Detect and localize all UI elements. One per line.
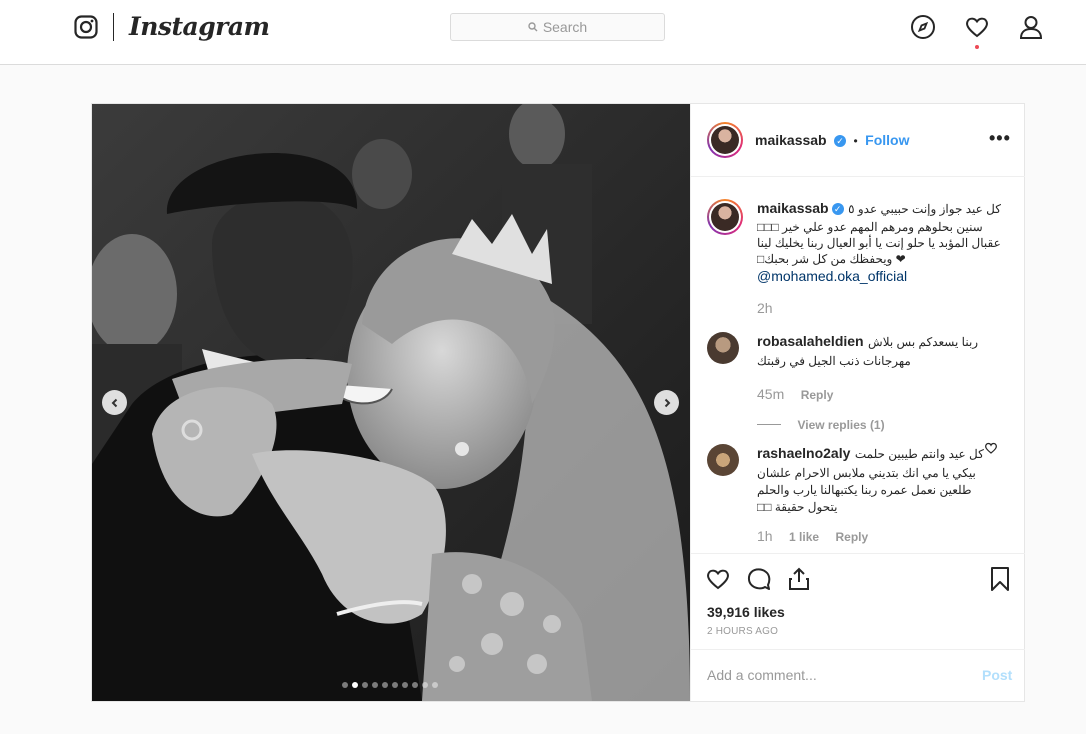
comment-time[interactable]: 1h xyxy=(757,528,773,544)
comment-text-line: ربنا يسعدكم بس بلاش xyxy=(868,335,979,349)
activity-heart-icon[interactable] xyxy=(964,14,990,40)
verified-badge-icon: ✓ xyxy=(834,135,847,147)
caption-username[interactable]: maikassab xyxy=(757,200,829,216)
post-comment-button[interactable]: Post xyxy=(982,667,1012,683)
author-avatar[interactable] xyxy=(707,122,743,158)
caption-line-4: ❤ ويحفظك من كل شر بحبك□ xyxy=(757,252,906,266)
caption-time[interactable]: 2h xyxy=(757,300,1002,316)
carousel-indicator xyxy=(342,682,438,688)
carousel-dot xyxy=(432,682,438,688)
carousel-dot xyxy=(342,682,348,688)
logo-divider xyxy=(113,13,114,41)
search-icon xyxy=(528,22,538,32)
reply-button[interactable]: Reply xyxy=(801,388,834,402)
caption-avatar[interactable] xyxy=(707,199,743,235)
like-heart-icon[interactable] xyxy=(705,566,731,592)
save-bookmark-icon[interactable] xyxy=(987,566,1013,592)
comment-1: robasalaheldien ربنا يسعدكم بس بلاش مهرج… xyxy=(757,333,979,434)
carousel-dot xyxy=(362,682,368,688)
carousel-dot xyxy=(402,682,408,688)
caption-line-3: عقبال المؤبد يا حلو إنت يا أبو العيال رب… xyxy=(757,236,1001,250)
comment-text-line: بيكي يا مي انك بتديني ملابس الاحرام علشا… xyxy=(757,466,976,480)
carousel-prev-icon xyxy=(111,398,117,407)
search-placeholder: Search xyxy=(542,19,588,35)
instagram-logo-icon[interactable] xyxy=(74,15,98,39)
caption-line-1: كل عيد جواز وإنت حبيبي عدو ٥ xyxy=(848,202,1001,216)
commenter-avatar[interactable] xyxy=(707,444,739,476)
carousel-dot xyxy=(412,682,418,688)
caption-block: maikassab ✓ كل عيد جواز وإنت حبيبي عدو ٥ … xyxy=(757,200,1002,316)
profile-icon[interactable] xyxy=(1018,14,1044,40)
post-photo[interactable] xyxy=(92,104,690,701)
view-replies-label: View replies (1) xyxy=(797,418,885,432)
search-input[interactable]: Search xyxy=(450,13,665,41)
carousel-next-button[interactable] xyxy=(654,390,679,415)
explore-compass-icon[interactable] xyxy=(910,14,936,40)
post-actions: 39,916 likes 2 HOURS AGO Add a comment..… xyxy=(691,553,1025,701)
follow-button[interactable]: Follow xyxy=(865,132,909,148)
verified-badge-icon: ✓ xyxy=(831,203,844,215)
more-options-icon[interactable]: ••• xyxy=(989,128,1011,149)
carousel-dot xyxy=(392,682,398,688)
comment-text-line: يتحول حقيقة □□ xyxy=(757,500,838,514)
author-line: maikassab ✓ • Follow xyxy=(755,132,910,150)
comment-2: rashaelno2aly كل عيد وانتم طيبين حلمت بي… xyxy=(757,445,987,546)
top-navigation: Instagram Search xyxy=(0,0,1086,65)
comments-list: maikassab ✓ كل عيد جواز وإنت حبيبي عدو ٥ … xyxy=(691,177,1025,553)
author-username[interactable]: maikassab xyxy=(755,132,827,148)
comment-username[interactable]: rashaelno2aly xyxy=(757,445,850,461)
view-replies-button[interactable]: View replies (1) xyxy=(757,416,977,434)
comment-time[interactable]: 45m xyxy=(757,386,784,402)
comment-likes[interactable]: 1 like xyxy=(789,530,819,544)
carousel-dot xyxy=(422,682,428,688)
instagram-wordmark[interactable]: Instagram xyxy=(129,12,270,41)
add-comment-input[interactable]: Add a comment... xyxy=(707,667,817,683)
reply-button[interactable]: Reply xyxy=(836,530,869,544)
caption-mention-link[interactable]: @mohamed.oka_official xyxy=(757,268,1002,284)
carousel-dot xyxy=(382,682,388,688)
post-side-panel: maikassab ✓ • Follow ••• maikassab ✓ كل ع… xyxy=(690,104,1025,701)
post-card: maikassab ✓ • Follow ••• maikassab ✓ كل ع… xyxy=(91,103,1025,702)
carousel-prev-button[interactable] xyxy=(102,390,127,415)
comment-text-line: كل عيد وانتم طيبين حلمت xyxy=(854,447,984,461)
carousel-dot xyxy=(352,682,358,688)
comment-text-line: طلعين نعمل عمره ربنا يكتبهالنا يارب والح… xyxy=(757,483,972,497)
notification-dot xyxy=(975,45,979,49)
commenter-avatar[interactable] xyxy=(707,332,739,364)
caption-line-2: سنين بحلوهم ومرهم المهم عدو علي خير □□□ xyxy=(757,220,983,234)
add-comment-section: Add a comment... Post xyxy=(691,649,1025,702)
carousel-dot xyxy=(372,682,378,688)
share-icon[interactable] xyxy=(786,566,812,592)
carousel-next-icon xyxy=(664,398,670,407)
comment-text-line: مهرجانات ذنب الجيل في رقبتك xyxy=(757,354,911,368)
comment-icon[interactable] xyxy=(746,566,772,592)
header-separator: • xyxy=(853,134,858,148)
likes-count[interactable]: 39,916 likes xyxy=(707,604,785,620)
post-timestamp[interactable]: 2 HOURS AGO xyxy=(707,626,778,637)
post-header: maikassab ✓ • Follow ••• xyxy=(691,104,1025,177)
comment-username[interactable]: robasalaheldien xyxy=(757,333,864,349)
wedding-photo-illustration xyxy=(92,104,690,701)
